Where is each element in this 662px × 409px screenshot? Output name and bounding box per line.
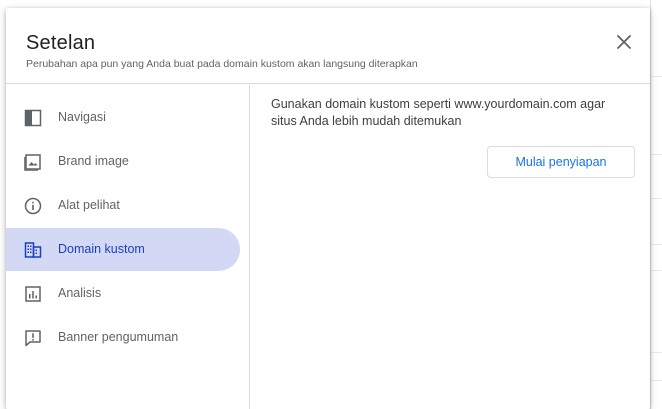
brand-image-icon [24, 154, 41, 171]
sidebar-item-label: Alat pelihat [58, 198, 120, 212]
sidebar-item-navigasi[interactable]: Navigasi [6, 96, 240, 139]
domain-settings-panel: Gunakan domain kustom seperti www.yourdo… [251, 85, 650, 409]
sidebar-item-alat-pelihat[interactable]: Alat pelihat [6, 184, 240, 227]
sidebar-item-label: Domain kustom [58, 242, 145, 256]
background-page-edge [650, 0, 662, 409]
domain-icon [24, 242, 42, 258]
sidebar-item-label: Analisis [58, 286, 102, 300]
close-button[interactable] [612, 30, 636, 54]
analytics-icon [25, 286, 41, 302]
dialog-header: Setelan Perubahan apa pun yang Anda buat… [6, 8, 650, 84]
info-icon [24, 197, 42, 215]
settings-dialog: Setelan Perubahan apa pun yang Anda buat… [6, 8, 650, 409]
settings-sidebar: Navigasi Brand image Alat pelihat Domain… [6, 85, 250, 409]
sidebar-item-brand-image[interactable]: Brand image [6, 140, 240, 183]
sidebar-item-label: Brand image [58, 154, 129, 168]
sidebar-item-label: Navigasi [58, 110, 106, 124]
sidebar-item-banner-pengumuman[interactable]: Banner pengumuman [6, 316, 240, 359]
dialog-title: Setelan [26, 32, 96, 54]
start-setup-button[interactable]: Mulai penyiapan [487, 146, 635, 178]
sidebar-item-analisis[interactable]: Analisis [6, 272, 240, 315]
dialog-subtitle: Perubahan apa pun yang Anda buat pada do… [26, 58, 418, 70]
close-icon [617, 35, 631, 49]
domain-description: Gunakan domain kustom seperti www.yourdo… [271, 97, 606, 128]
announcement-icon [25, 330, 41, 347]
sidebar-item-label: Banner pengumuman [58, 330, 179, 344]
navigation-panel-icon [24, 109, 42, 127]
sidebar-item-domain-kustom[interactable]: Domain kustom [6, 228, 240, 271]
